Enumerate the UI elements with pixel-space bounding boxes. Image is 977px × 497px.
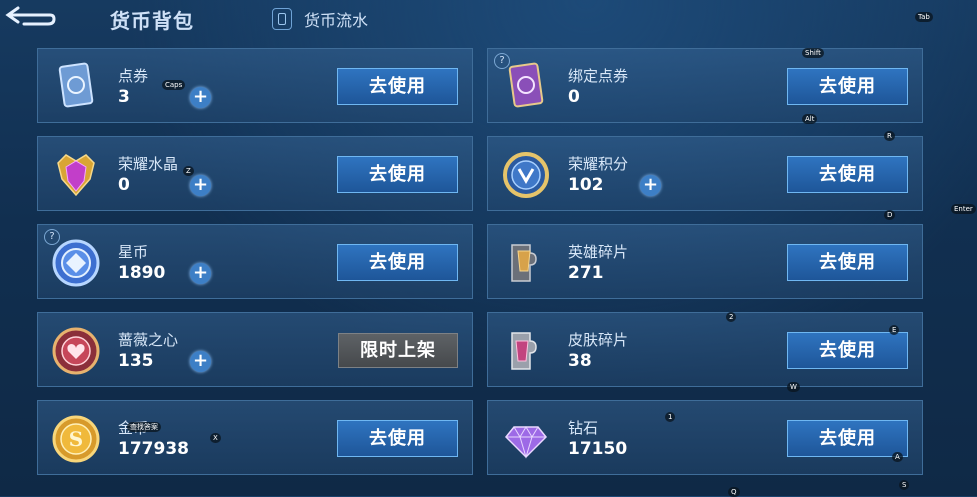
page-title: 货币背包	[110, 9, 194, 33]
use-skin-fragment-button[interactable]: 去使用	[787, 332, 908, 369]
diamond-icon	[500, 413, 552, 465]
key-hint: X	[210, 433, 221, 443]
currency-card-rose-heart: 蔷薇之心 135 + 限时上架	[37, 312, 473, 387]
star-coin-icon	[50, 237, 102, 289]
currency-name: 皮肤碎片	[568, 331, 629, 349]
key-hint: Tab	[915, 12, 933, 22]
use-diamond-button[interactable]: 去使用	[787, 420, 908, 457]
use-bound-coupons-button[interactable]: 去使用	[787, 68, 908, 105]
key-hint: Caps	[162, 80, 186, 90]
currency-amount: 135	[118, 351, 154, 371]
key-hint: A	[892, 452, 903, 462]
currency-amount: 177938	[118, 439, 189, 459]
use-star-coin-button[interactable]: 去使用	[337, 244, 458, 281]
currency-card-star-coin: ? 星币 1890 + 去使用	[37, 224, 473, 299]
currency-flow-tab[interactable]: 货币流水	[272, 6, 368, 32]
use-hero-fragment-button[interactable]: 去使用	[787, 244, 908, 281]
glory-points-icon	[500, 149, 552, 201]
key-hint: Alt	[802, 114, 818, 124]
use-gold-coin-button[interactable]: 去使用	[337, 420, 458, 457]
key-hint: S	[899, 480, 910, 490]
key-hint: 查找答案	[127, 422, 161, 432]
add-star-coin-button[interactable]: +	[190, 263, 211, 284]
currency-card-skin-fragment: 皮肤碎片 38 去使用	[487, 312, 923, 387]
currency-name: 星币	[118, 243, 149, 261]
bound-coupon-card-icon	[500, 61, 552, 113]
add-rose-heart-button[interactable]: +	[190, 351, 211, 372]
hero-fragment-icon	[500, 237, 552, 289]
use-glory-points-button[interactable]: 去使用	[787, 156, 908, 193]
currency-amount: 1890	[118, 263, 166, 283]
key-hint: Z	[183, 166, 194, 176]
add-coupons-button[interactable]: +	[190, 87, 211, 108]
currency-card-glory-crystal: 荣耀水晶 0 + 去使用	[37, 136, 473, 211]
currency-card-glory-points: 荣耀积分 102 + 去使用	[487, 136, 923, 211]
coupon-card-icon	[50, 61, 102, 113]
key-hint: R	[884, 131, 895, 141]
currency-card-bound-coupons: ? 绑定点券 0 去使用	[487, 48, 923, 123]
currency-name: 蔷薇之心	[118, 331, 179, 349]
use-coupons-button[interactable]: 去使用	[337, 68, 458, 105]
svg-text:S: S	[69, 427, 83, 451]
currency-name: 绑定点券	[568, 67, 629, 85]
key-hint: Shift	[802, 48, 824, 58]
currency-name: 点券	[118, 67, 149, 85]
currency-amount: 0	[568, 87, 580, 107]
currency-amount: 17150	[568, 439, 628, 459]
currency-card-diamond: 钻石 17150 去使用	[487, 400, 923, 475]
flow-record-icon	[272, 8, 292, 30]
use-glory-crystal-button[interactable]: 去使用	[337, 156, 458, 193]
currency-card-coupons: 点券 3 + 去使用	[37, 48, 473, 123]
gold-coin-icon: S	[50, 413, 102, 465]
rose-heart-icon	[50, 325, 102, 377]
currency-amount: 0	[118, 175, 130, 195]
currency-name: 荣耀积分	[568, 155, 629, 173]
currency-name: 英雄碎片	[568, 243, 629, 261]
back-arrow-icon[interactable]	[4, 4, 56, 30]
top-bar: 货币背包 货币流水	[0, 0, 977, 40]
add-glory-crystal-button[interactable]: +	[190, 175, 211, 196]
limited-time-button[interactable]: 限时上架	[338, 333, 458, 368]
currency-name: 荣耀水晶	[118, 155, 179, 173]
currency-amount: 38	[568, 351, 592, 371]
currency-card-hero-fragment: 英雄碎片 271 去使用	[487, 224, 923, 299]
add-glory-points-button[interactable]: +	[640, 175, 661, 196]
skin-fragment-icon	[500, 325, 552, 377]
currency-card-gold-coin: S 金币 177938 去使用	[37, 400, 473, 475]
currency-name: 钻石	[568, 419, 599, 437]
key-hint: W	[787, 382, 800, 392]
glory-crystal-icon	[50, 149, 102, 201]
currency-amount: 3	[118, 87, 130, 107]
currency-amount: 102	[568, 175, 604, 195]
currency-amount: 271	[568, 263, 604, 283]
currency-grid: 点券 3 + 去使用 ? 绑定点券 0 去使用 荣耀水晶 0 + 去使用 荣耀积…	[37, 48, 923, 488]
currency-flow-label: 货币流水	[304, 11, 369, 30]
key-hint: Enter	[951, 204, 976, 214]
